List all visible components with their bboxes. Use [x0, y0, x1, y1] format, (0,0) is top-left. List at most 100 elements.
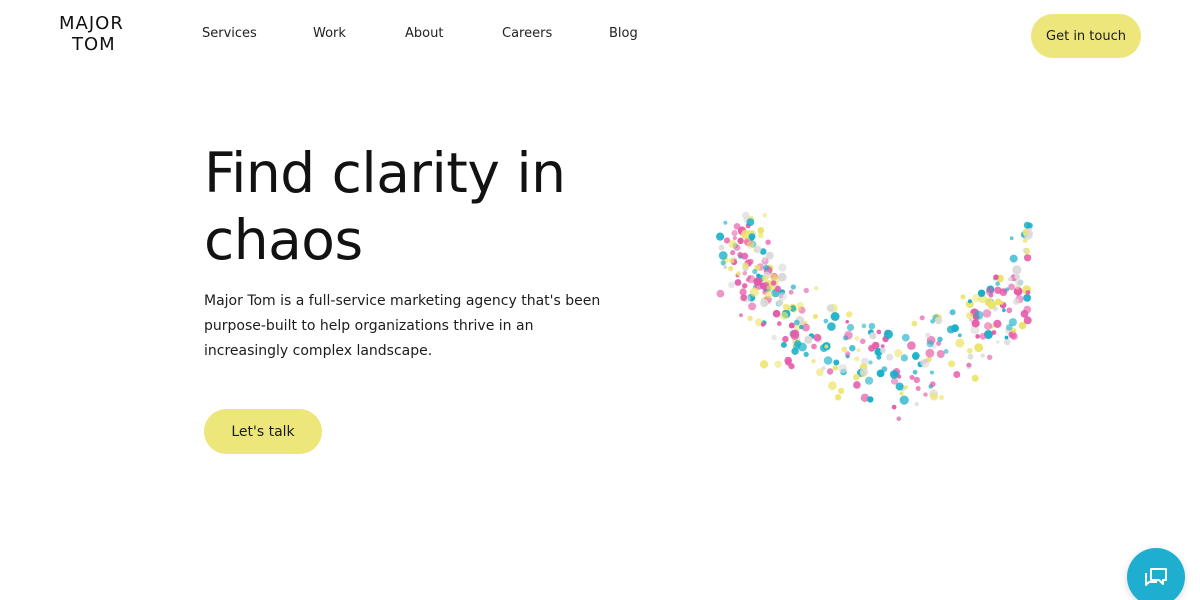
swirl-dot — [830, 312, 840, 321]
swirl-dot — [920, 359, 930, 368]
swirl-dot — [930, 319, 935, 324]
swirl-dot — [883, 329, 893, 339]
swirl-dot — [880, 347, 886, 354]
swirl-dot — [985, 287, 995, 296]
major-tom-logo[interactable]: MAJOR TOM — [59, 13, 133, 55]
swirl-dot — [782, 335, 789, 343]
swirl-dot — [993, 274, 999, 280]
swirl-dot — [886, 353, 894, 361]
chat-button[interactable] — [1127, 548, 1185, 600]
swirl-dot — [1025, 290, 1031, 295]
swirl-dot — [774, 360, 782, 368]
logo-line-2: TOM — [72, 34, 116, 55]
swirl-dot — [1023, 254, 1032, 262]
swirl-dot — [955, 338, 965, 348]
swirl-dot — [1013, 298, 1020, 305]
swirl-dot — [838, 364, 848, 374]
swirl-dot — [764, 290, 773, 299]
swirl-dot — [728, 265, 734, 272]
nav-item-careers[interactable]: Careers — [502, 26, 552, 41]
swirl-dot — [814, 286, 819, 291]
swirl-dot — [912, 369, 918, 375]
swirl-dot — [966, 362, 972, 368]
swirl-dot — [740, 294, 748, 302]
swirl-dot — [966, 312, 974, 320]
swirl-dot — [859, 367, 869, 376]
swirl-dot — [996, 340, 1000, 344]
swirl-dot — [772, 309, 781, 318]
swirl-dot — [742, 270, 748, 276]
swirl-dot — [723, 220, 728, 225]
swirl-dot — [813, 333, 822, 342]
swirl-dot — [827, 322, 836, 331]
swirl-dot — [849, 345, 856, 352]
swirl-dot — [733, 223, 741, 230]
swirl-dot — [953, 371, 961, 378]
swirl-dot — [960, 294, 966, 300]
swirl-dot — [912, 353, 920, 360]
swirl-dot — [757, 232, 764, 239]
swirl-dot — [899, 391, 904, 396]
swirl-dot — [718, 251, 728, 260]
swirl-dot — [765, 239, 771, 245]
swirl-dot — [966, 347, 973, 354]
swirl-dot — [748, 302, 757, 311]
swirl-dot — [1023, 305, 1032, 314]
swirl-dot — [971, 319, 980, 328]
dot-swirl-illustration — [690, 195, 1150, 475]
swirl-dot — [993, 319, 1002, 328]
swirl-dot — [1005, 287, 1010, 292]
nav-item-about[interactable]: About — [405, 26, 443, 41]
swirl-dot — [1027, 222, 1033, 229]
swirl-dot — [844, 330, 853, 340]
swirl-dot — [1023, 316, 1032, 325]
swirl-dot — [799, 324, 804, 330]
get-in-touch-button[interactable]: Get in touch — [1031, 14, 1141, 58]
swirl-dot — [934, 316, 943, 325]
nav-item-work[interactable]: Work — [313, 26, 346, 41]
swirl-dot — [794, 340, 802, 348]
swirl-dot — [730, 250, 736, 256]
swirl-dot — [868, 360, 873, 365]
swirl-dot — [811, 343, 817, 350]
swirl-dot — [854, 336, 860, 341]
swirl-dot — [746, 218, 755, 226]
swirl-dot — [925, 332, 931, 338]
swirl-dot — [894, 349, 903, 358]
swirl-dot — [1006, 307, 1013, 314]
swirl-dot — [853, 373, 860, 381]
swirl-dot — [731, 230, 738, 237]
swirl-dot — [823, 356, 833, 365]
swirl-dot — [930, 392, 938, 401]
swirl-dot — [861, 323, 867, 329]
swirl-dot — [752, 268, 758, 275]
nav-item-services[interactable]: Services — [202, 26, 257, 41]
swirl-dot — [763, 264, 770, 271]
swirl-dot — [737, 237, 744, 244]
lets-talk-button[interactable]: Let's talk — [204, 409, 322, 454]
swirl-dot — [999, 300, 1004, 305]
swirl-dot — [749, 287, 759, 297]
swirl-dot — [913, 376, 920, 384]
site-header: MAJOR TOM Services Work About Careers Bl… — [0, 0, 1200, 72]
swirl-dot — [742, 283, 748, 289]
swirl-dot — [776, 299, 784, 307]
swirl-dot — [791, 347, 799, 355]
swirl-dot — [720, 260, 726, 266]
swirl-dot — [821, 366, 826, 371]
swirl-dot — [925, 348, 935, 358]
swirl-dot — [967, 353, 974, 360]
swirl-dot — [759, 360, 769, 369]
swirl-dot — [1002, 308, 1006, 313]
swirl-dot — [1004, 335, 1009, 340]
swirl-dot — [732, 235, 737, 241]
swirl-dot — [803, 287, 809, 294]
swirl-dot — [980, 353, 985, 358]
swirl-dot — [911, 320, 918, 327]
swirl-dot — [734, 279, 742, 286]
swirl-dot — [1005, 324, 1013, 331]
swirl-dot — [923, 392, 928, 397]
nav-item-blog[interactable]: Blog — [609, 26, 638, 41]
swirl-dot — [865, 376, 874, 385]
swirl-dot — [919, 315, 925, 321]
